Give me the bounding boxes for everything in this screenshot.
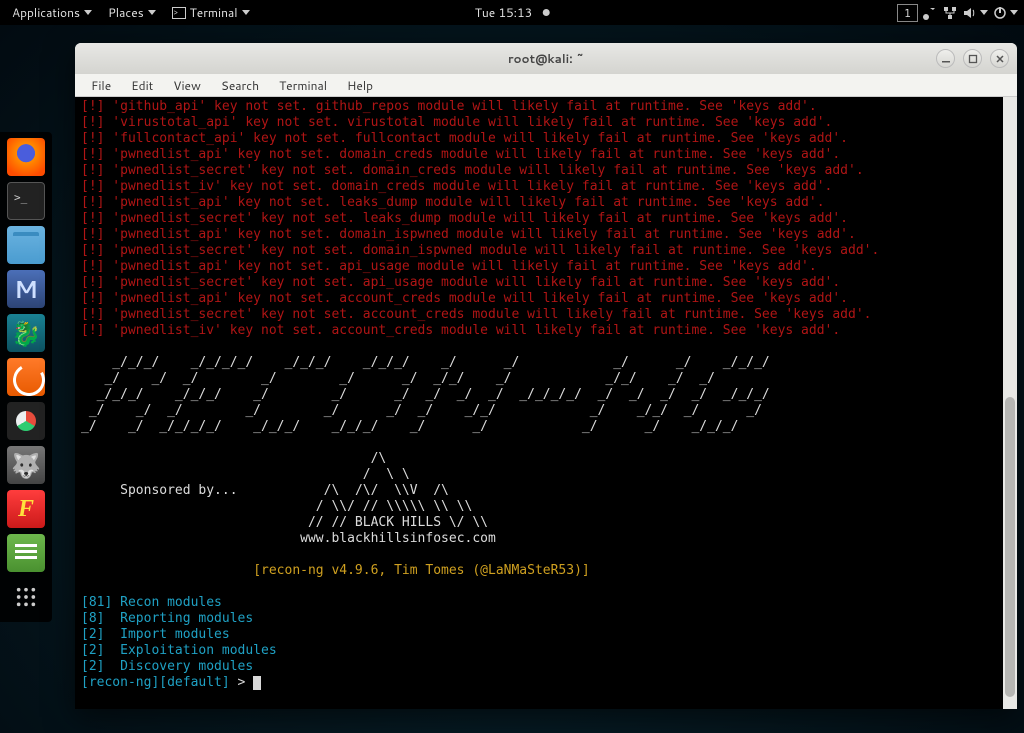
terminal-output[interactable]: [!] 'github_api' key not set. github_rep… <box>75 97 1003 709</box>
faraday-launcher[interactable]: F <box>7 490 45 528</box>
firefox-launcher[interactable] <box>7 138 45 176</box>
prompt-symbol: > <box>230 675 253 690</box>
cursor <box>253 676 261 690</box>
terminal-launcher[interactable] <box>7 182 45 220</box>
image-tool-launcher[interactable]: 🐺 <box>7 446 45 484</box>
terminal-scrollbar[interactable] <box>1003 97 1017 709</box>
applications-label: Applications <box>12 4 80 21</box>
recorder-launcher[interactable] <box>7 402 45 440</box>
files-launcher[interactable] <box>7 226 45 264</box>
prompt-context: [recon-ng][default] <box>81 675 230 690</box>
network-icon[interactable] <box>942 5 958 21</box>
record-icon[interactable] <box>922 5 938 21</box>
warning-lines: [!] 'github_api' key not set. github_rep… <box>81 99 879 338</box>
ascii-banner: _/_/_/ _/_/_/_/ _/_/_/ _/_/_/ _/ _/ _/ _… <box>81 355 770 434</box>
kali-tool-launcher[interactable]: 🐉 <box>7 314 45 352</box>
notification-dot-icon <box>542 9 549 16</box>
chevron-down-icon <box>84 10 92 15</box>
window-titlebar[interactable]: root@kali: ~ <box>75 43 1017 74</box>
menu-terminal[interactable]: Terminal <box>271 75 335 96</box>
show-applications-button[interactable] <box>7 578 45 616</box>
places-label: Places <box>108 4 144 21</box>
minimize-button[interactable] <box>936 49 955 68</box>
metasploit-launcher[interactable]: M <box>7 270 45 308</box>
close-button[interactable] <box>990 49 1009 68</box>
sponsored-by-label: Sponsored by... <box>120 483 237 498</box>
window-title: root@kali: ~ <box>508 50 584 67</box>
applications-menu[interactable]: Applications <box>6 4 98 21</box>
clock-label: Tue 15:13 <box>475 4 533 21</box>
clock-area[interactable]: Tue 15:13 <box>475 4 550 21</box>
terminal-icon <box>172 7 186 19</box>
chevron-down-icon <box>242 10 250 15</box>
terminal-window: root@kali: ~ File Edit View Search Termi… <box>75 43 1017 709</box>
topbar-terminal-menu[interactable]: Terminal <box>166 4 256 21</box>
dock: M 🐉 🐺 F <box>0 132 52 622</box>
menu-view[interactable]: View <box>165 75 209 96</box>
chevron-down-icon <box>1010 10 1018 15</box>
chevron-down-icon <box>148 10 156 15</box>
menu-search[interactable]: Search <box>213 75 267 96</box>
workspace-indicator[interactable]: 1 <box>897 4 918 22</box>
menu-file[interactable]: File <box>83 75 119 96</box>
notes-launcher[interactable] <box>7 534 45 572</box>
terminal-menubar: File Edit View Search Terminal Help <box>75 74 1017 97</box>
menu-edit[interactable]: Edit <box>123 75 161 96</box>
scrollbar-thumb[interactable] <box>1005 397 1015 697</box>
desktop-topbar: Applications Places Terminal Tue 15:13 1 <box>0 0 1024 25</box>
chevron-down-icon <box>980 10 988 15</box>
menu-help[interactable]: Help <box>339 75 381 96</box>
version-line: [recon-ng v4.9.6, Tim Tomes (@LaNMaSteR5… <box>253 563 590 578</box>
topbar-terminal-label: Terminal <box>190 4 238 21</box>
volume-icon[interactable] <box>962 5 978 21</box>
modules-list: [81] Recon modules [8] Reporting modules… <box>81 595 277 674</box>
sponsor-art: /\ / \ \ Sponsored by... /\ /\/ \\V /\ /… <box>81 451 496 546</box>
sponsor-url: www.blackhillsinfosec.com <box>300 531 496 546</box>
burpsuite-launcher[interactable] <box>7 358 45 396</box>
terminal-body: [!] 'github_api' key not set. github_rep… <box>75 97 1017 709</box>
power-icon[interactable] <box>992 5 1008 21</box>
places-menu[interactable]: Places <box>102 4 162 21</box>
maximize-button[interactable] <box>963 49 982 68</box>
